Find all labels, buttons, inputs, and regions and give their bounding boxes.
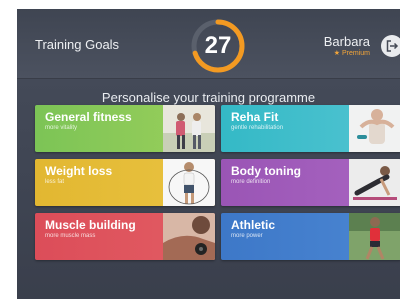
card-subtitle: less fat	[45, 179, 65, 185]
body-toning-photo	[349, 159, 400, 206]
logout-button[interactable]	[381, 35, 400, 57]
card-subtitle: gentle rehabilitation	[231, 125, 284, 131]
weight-loss-photo	[163, 159, 215, 206]
card-subtitle: more power	[231, 233, 263, 239]
goal-card-body-toning[interactable]: Body toning more definition	[221, 159, 400, 206]
card-title: Body toning	[231, 164, 301, 178]
card-subtitle: more vitality	[45, 125, 78, 131]
app-window: Training Goals 27 Barbara ★ Premium Pers…	[17, 9, 400, 299]
card-title: Reha Fit	[231, 110, 279, 124]
header-bar: Training Goals 27 Barbara ★ Premium	[17, 9, 400, 79]
card-title: Muscle building	[45, 218, 136, 232]
card-title: Athletic	[231, 218, 276, 232]
goal-card-general-fitness[interactable]: General fitness more vitality	[35, 105, 215, 152]
counter-value: 27	[204, 32, 232, 59]
card-title: General fitness	[45, 110, 132, 124]
goal-card-muscle-building[interactable]: Muscle building more muscle mass	[35, 213, 215, 260]
reha-fit-photo	[349, 105, 400, 152]
user-name: Barbara	[323, 34, 370, 49]
card-subtitle: more definition	[231, 179, 271, 185]
progress-counter: 27	[188, 16, 248, 76]
user-info[interactable]: Barbara ★ Premium	[324, 35, 370, 58]
muscle-building-photo	[163, 213, 215, 260]
page-title: Training Goals	[35, 37, 120, 52]
goal-card-reha-fit[interactable]: Reha Fit gentle rehabilitation	[221, 105, 400, 152]
goal-card-athletic[interactable]: Athletic more power	[221, 213, 400, 260]
general-fitness-photo	[163, 105, 215, 152]
card-subtitle: more muscle mass	[45, 233, 96, 239]
athletic-photo	[349, 213, 400, 260]
logout-icon	[386, 40, 399, 52]
goal-card-weight-loss[interactable]: Weight loss less fat	[35, 159, 215, 206]
card-title: Weight loss	[45, 164, 113, 178]
premium-badge: ★ Premium	[333, 50, 370, 57]
page-subtitle: Personalise your training programme	[101, 90, 316, 105]
